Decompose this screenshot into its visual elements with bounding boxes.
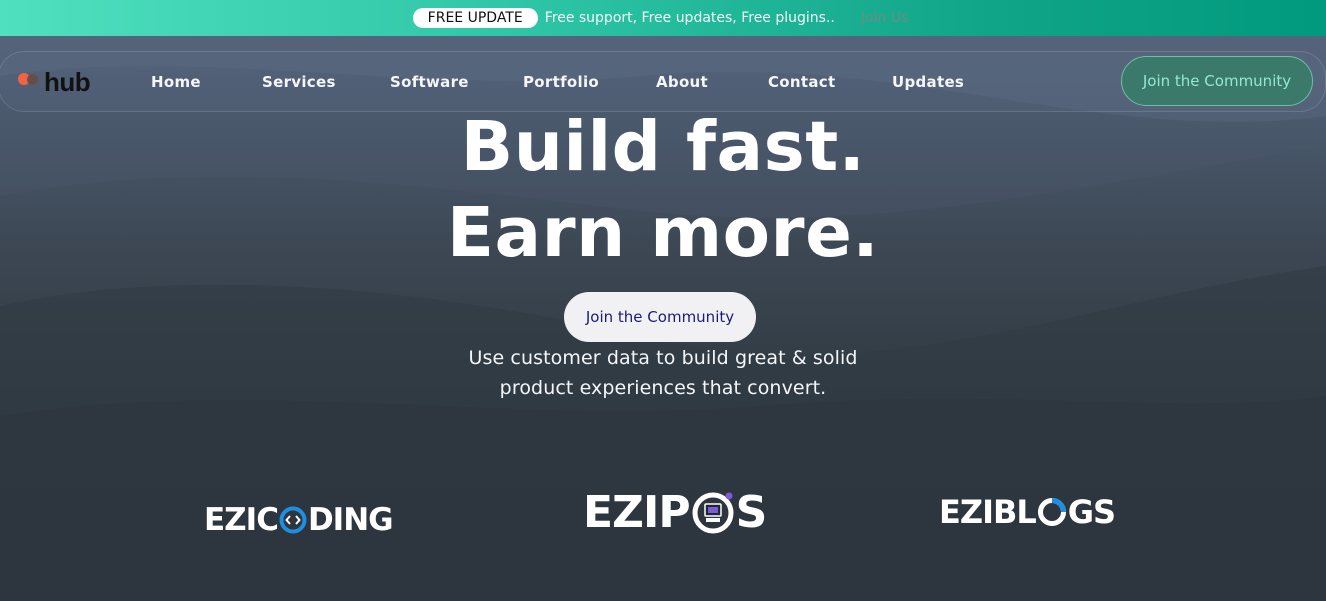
ezipos-logo[interactable]: EZIP S [583, 487, 767, 538]
pos-terminal-icon [692, 492, 734, 534]
nav-software[interactable]: Software [390, 73, 469, 91]
join-us-link[interactable]: Join Us [861, 10, 908, 26]
join-community-hero-button[interactable]: Join the Community [564, 292, 756, 342]
nav-portfolio[interactable]: Portfolio [523, 73, 599, 91]
nav-contact[interactable]: Contact [768, 73, 835, 91]
hub-logo[interactable]: hub [18, 67, 98, 98]
logo-dot-shadow-icon [27, 74, 38, 85]
logo-text: hub [44, 67, 91, 97]
ezicoding-logo[interactable]: EZIC DING [204, 502, 394, 538]
nav-services[interactable]: Services [262, 73, 336, 91]
code-o-icon [279, 506, 307, 534]
nav-updates[interactable]: Updates [892, 73, 964, 91]
promo-text: Free support, Free updates, Free plugins… [544, 10, 835, 26]
hero-headline-line2: Earn more. [446, 193, 880, 273]
join-community-nav-button[interactable]: Join the Community [1121, 56, 1313, 106]
eziblogs-logo[interactable]: EZIBL GS [939, 493, 1116, 531]
free-update-badge: FREE UPDATE [412, 8, 538, 28]
blog-o-icon [1037, 498, 1066, 526]
hero-headline-line1: Build fast. [460, 107, 866, 187]
hero-subtitle-line1: Use customer data to build great & solid [468, 347, 858, 369]
nav-about[interactable]: About [656, 73, 708, 91]
promo-banner: FREE UPDATE Free support, Free updates, … [0, 0, 1326, 36]
nav-home[interactable]: Home [151, 73, 201, 91]
hero-subtitle-line2: product experiences that convert. [499, 377, 827, 399]
